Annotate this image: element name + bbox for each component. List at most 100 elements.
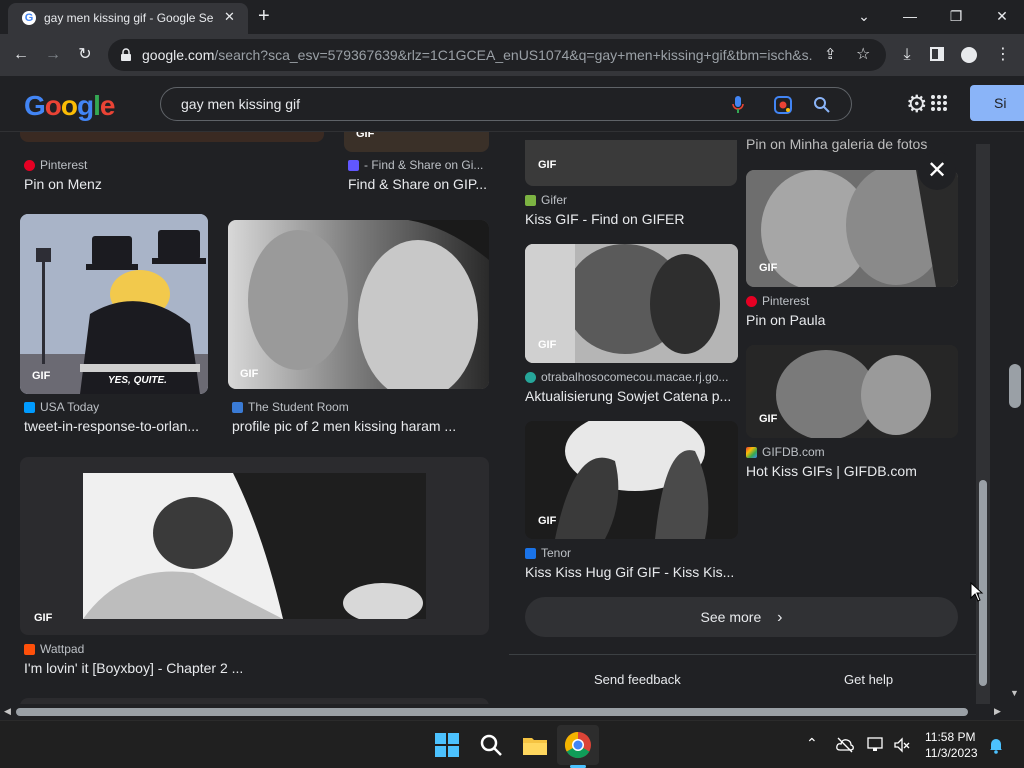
related-thumbnail[interactable]: GIF: [525, 421, 738, 539]
search-box[interactable]: gay men kissing gif: [160, 87, 852, 121]
photo-image: [746, 170, 958, 287]
sign-in-button[interactable]: Si: [970, 85, 1024, 121]
result-title[interactable]: Aktualisierung Sowjet Catena p...: [525, 388, 737, 404]
chevron-right-icon: ›: [777, 609, 783, 626]
apps-grid-icon[interactable]: [930, 94, 948, 112]
result-title[interactable]: Pin on Paula: [746, 312, 958, 328]
scroll-right-arrow-icon[interactable]: ▶: [994, 706, 1001, 717]
result-title[interactable]: profile pic of 2 men kissing haram ...: [232, 418, 490, 434]
result-title[interactable]: I'm lovin' it [Boyxboy] - Chapter 2 ...: [24, 660, 484, 676]
bookmark-star-icon[interactable]: ☆: [856, 44, 870, 64]
scroll-down-arrow-icon[interactable]: ▼: [1010, 688, 1019, 698]
tab-close-icon[interactable]: ✕: [224, 9, 235, 25]
clock-time[interactable]: 11:58 PM: [925, 730, 975, 744]
profile-avatar-icon[interactable]: [961, 47, 977, 63]
send-feedback-link[interactable]: Send feedback: [594, 672, 681, 687]
result-thumbnail[interactable]: GIF: [228, 220, 489, 389]
result-title[interactable]: Kiss Kiss Hug Gif GIF - Kiss Kis...: [525, 564, 737, 580]
related-thumbnail[interactable]: GIF: [746, 345, 958, 438]
page-horizontal-scrollbar[interactable]: ◀ ▶: [0, 704, 1006, 720]
search-input[interactable]: gay men kissing gif: [181, 96, 300, 112]
result-source[interactable]: The Student Room: [248, 400, 349, 414]
result-thumbnail[interactable]: GIF: [20, 132, 324, 142]
result-title[interactable]: Pin on Menz: [24, 176, 324, 192]
show-hidden-icons-chevron-icon[interactable]: ⌃: [806, 735, 818, 752]
menu-kebab-icon[interactable]: ⋮: [990, 42, 1016, 68]
result-title[interactable]: tweet-in-response-to-orlan...: [24, 418, 210, 434]
related-thumbnail[interactable]: GIF: [525, 140, 737, 186]
result-source[interactable]: - Find & Share on Gi...: [364, 158, 483, 172]
mouse-cursor-icon: [970, 582, 984, 602]
result-title[interactable]: Pin on Minha galeria de fotos: [746, 136, 958, 152]
onedrive-cloud-icon[interactable]: [836, 737, 854, 753]
page-vertical-scrollbar[interactable]: ▼: [1006, 132, 1024, 704]
result-source[interactable]: Pinterest: [40, 158, 87, 172]
result-source[interactable]: USA Today: [40, 400, 99, 414]
tenor-favicon-icon: [525, 548, 536, 559]
browser-tab[interactable]: G gay men kissing gif - Google Se ✕: [8, 3, 248, 34]
restore-icon[interactable]: ❐: [944, 4, 968, 28]
search-icon[interactable]: [813, 96, 831, 114]
taskbar-search-icon[interactable]: [475, 729, 507, 761]
back-arrow-icon[interactable]: ←: [8, 42, 34, 68]
result-thumbnail[interactable]: GIF YES, QUITE.: [20, 214, 208, 394]
related-thumbnail[interactable]: GIF: [525, 244, 738, 363]
tab-strip: G gay men kissing gif - Google Se ✕ + ⌄ …: [0, 0, 1024, 34]
pinterest-favicon-icon: [24, 160, 35, 171]
result-source[interactable]: Gifer: [541, 193, 567, 207]
result-title[interactable]: Kiss GIF - Find on GIFER: [525, 211, 737, 227]
studentroom-favicon-icon: [232, 402, 243, 413]
result-source[interactable]: Tenor: [541, 546, 571, 560]
see-more-button[interactable]: See more ›: [525, 597, 958, 637]
share-icon[interactable]: ⇪: [824, 45, 837, 63]
wattpad-favicon-icon: [24, 644, 35, 655]
related-thumbnail[interactable]: GIF: [746, 170, 958, 287]
reload-icon[interactable]: ↻: [72, 42, 98, 68]
tab-search-icon[interactable]: ⌄: [852, 4, 876, 28]
result-title[interactable]: Find & Share on GIP...: [348, 176, 488, 192]
window-close-icon[interactable]: ✕: [990, 4, 1014, 28]
result-title[interactable]: Hot Kiss GIFs | GIFDB.com: [746, 463, 958, 479]
url-text: google.com/search?sca_esv=579367639&rlz=…: [142, 47, 812, 63]
windows-start-icon[interactable]: [431, 729, 463, 761]
pinterest-favicon-icon: [746, 296, 757, 307]
result-source[interactable]: otrabalhosocomecou.macae.rj.go...: [541, 370, 737, 384]
file-explorer-icon[interactable]: [519, 729, 551, 761]
browser-toolbar: ← → ↻ google.com/search?sca_esv=57936763…: [0, 34, 1024, 76]
panel-divider: [509, 654, 976, 655]
clock-date[interactable]: 11/3/2023: [925, 746, 978, 760]
download-icon[interactable]: ⤓: [894, 42, 920, 68]
notification-bell-icon[interactable]: [988, 736, 1004, 754]
gifdb-favicon-icon: [746, 447, 757, 458]
microphone-icon[interactable]: [731, 95, 745, 115]
windows-taskbar: ⌃ 11:58 PM 11/3/2023: [0, 720, 1024, 768]
lens-camera-icon[interactable]: [773, 95, 793, 115]
result-source[interactable]: Wattpad: [40, 642, 84, 656]
panel-scrollbar[interactable]: [976, 144, 990, 704]
photo-image: [746, 345, 958, 438]
scroll-left-arrow-icon[interactable]: ◀: [4, 706, 11, 717]
vertical-scrollbar-thumb[interactable]: [1009, 364, 1021, 408]
result-source[interactable]: GIFDB.com: [762, 445, 825, 459]
result-thumbnail[interactable]: GIF: [344, 132, 489, 152]
minimize-icon[interactable]: —: [898, 4, 922, 28]
result-thumbnail[interactable]: GIF: [20, 457, 489, 635]
google-header: Google gay men kissing gif ⚙ Si: [0, 76, 1024, 132]
close-panel-icon[interactable]: ✕: [918, 152, 956, 190]
result-source[interactable]: Pinterest: [762, 294, 809, 308]
settings-gear-icon[interactable]: ⚙: [906, 90, 928, 119]
giphy-favicon-icon: [348, 160, 359, 171]
side-panel-icon[interactable]: [930, 47, 944, 61]
google-logo[interactable]: Google: [24, 90, 115, 122]
address-bar[interactable]: google.com/search?sca_esv=579367639&rlz=…: [108, 39, 886, 71]
get-help-link[interactable]: Get help: [844, 672, 893, 687]
photo-image: [83, 473, 426, 619]
chrome-icon[interactable]: [562, 729, 594, 761]
site-favicon-icon: [525, 372, 536, 383]
horizontal-scrollbar-thumb[interactable]: [16, 708, 968, 716]
volume-muted-icon[interactable]: [893, 736, 911, 754]
photo-image: [525, 421, 738, 539]
network-icon[interactable]: [866, 736, 886, 754]
forward-arrow-icon[interactable]: →: [40, 42, 66, 68]
new-tab-button[interactable]: +: [258, 5, 270, 28]
